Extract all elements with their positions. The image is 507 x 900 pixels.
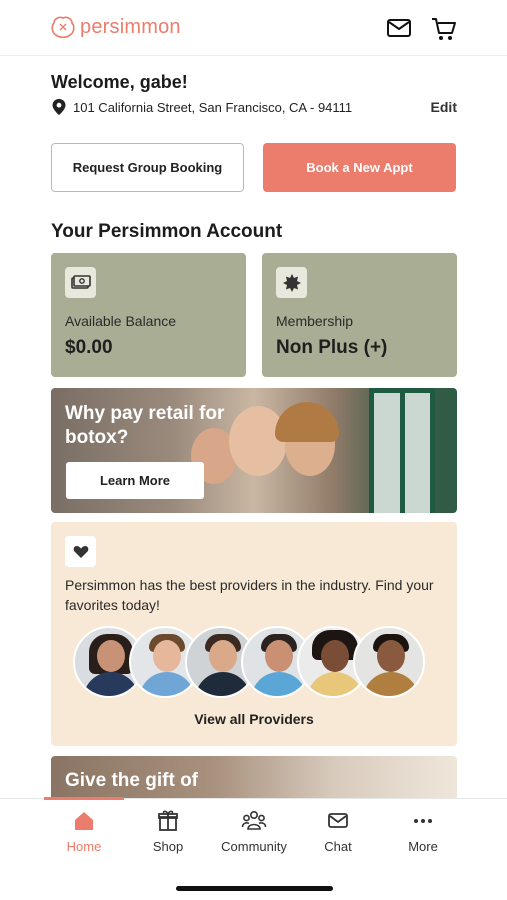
- promo-photo-window-frame: [400, 388, 405, 513]
- tab-label: More: [408, 839, 438, 854]
- view-all-providers-link[interactable]: View all Providers: [51, 711, 457, 727]
- tab-shop[interactable]: Shop: [126, 809, 210, 854]
- balance-card[interactable]: Available Balance $0.00: [51, 253, 246, 377]
- address-text: 101 California Street, San Francisco, CA…: [73, 99, 353, 115]
- address-row: 101 California Street, San Francisco, CA…: [51, 98, 457, 116]
- tab-community[interactable]: Community: [212, 809, 296, 854]
- tab-label: Shop: [152, 839, 184, 854]
- badge-star-icon: [276, 267, 307, 298]
- account-section-title: Your Persimmon Account: [51, 221, 283, 242]
- mail-icon: [387, 19, 411, 37]
- book-new-appt-button[interactable]: Book a New Appt: [263, 143, 456, 192]
- learn-more-button[interactable]: Learn More: [66, 462, 204, 499]
- active-tab-indicator: [44, 797, 124, 800]
- persimmon-fruit-icon: [51, 16, 75, 39]
- brand-logo[interactable]: persimmon: [50, 14, 181, 40]
- edit-address-link[interactable]: Edit: [431, 99, 457, 115]
- tab-more[interactable]: More: [381, 809, 465, 854]
- tab-label: Chat: [324, 839, 352, 854]
- tab-chat[interactable]: Chat: [296, 809, 380, 854]
- welcome-greeting: Welcome, gabe!: [51, 72, 188, 92]
- membership-label: Membership: [276, 313, 354, 329]
- location-pin-icon: [52, 99, 66, 115]
- promo-photo-hair: [275, 402, 339, 442]
- app-header: persimmon: [0, 0, 507, 56]
- home-indicator: [176, 886, 333, 891]
- gift-box-icon: [158, 810, 178, 831]
- promo-title: Why pay retail for botox?: [65, 403, 225, 448]
- botox-promo-banner[interactable]: Why pay retail for botox? Learn More: [51, 388, 457, 513]
- mail-button[interactable]: [386, 15, 412, 46]
- request-group-booking-button[interactable]: Request Group Booking: [51, 143, 244, 192]
- tab-label: Community: [221, 839, 287, 854]
- tab-home[interactable]: Home: [42, 809, 126, 854]
- cart-icon: [432, 18, 456, 40]
- providers-description: Persimmon has the best providers in the …: [65, 577, 434, 613]
- tab-label: Home: [66, 839, 102, 854]
- more-dots-icon: [414, 819, 432, 823]
- provider-avatars[interactable]: [73, 626, 425, 698]
- cart-button[interactable]: [430, 15, 458, 48]
- membership-card[interactable]: Membership Non Plus (+): [262, 253, 457, 377]
- community-icon: [241, 810, 267, 830]
- provider-avatar[interactable]: [353, 626, 425, 698]
- heart-icon: [65, 536, 96, 567]
- home-icon: [75, 812, 93, 830]
- brand-name: persimmon: [80, 15, 181, 38]
- balance-value: $0.00: [65, 337, 113, 358]
- balance-label: Available Balance: [65, 313, 177, 329]
- gift-promo-title: Give the gift of: [65, 770, 198, 791]
- bottom-tab-bar: Home Shop Community Chat More: [0, 797, 507, 900]
- chat-icon: [328, 813, 348, 828]
- gift-promo-banner[interactable]: Give the gift of: [51, 756, 457, 801]
- cash-icon: [65, 267, 96, 298]
- membership-value: Non Plus (+): [276, 337, 388, 358]
- providers-card: Persimmon has the best providers in the …: [51, 522, 457, 746]
